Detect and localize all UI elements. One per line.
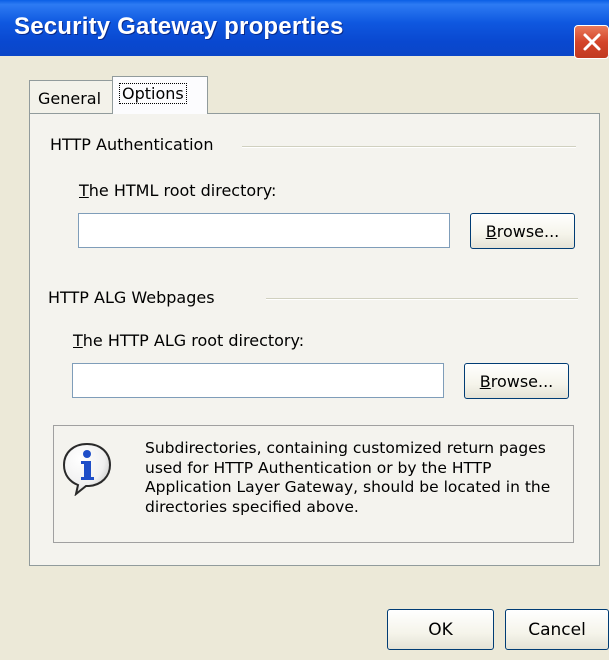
html-root-directory-label: The HTML root directory: (79, 181, 276, 200)
window-title: Security Gateway properties (14, 13, 344, 40)
html-root-directory-label-text: he HTML root directory: (88, 181, 277, 200)
browse-html-root-button[interactable]: Browse... (470, 213, 575, 249)
cancel-button[interactable]: Cancel (505, 609, 609, 650)
tab-options[interactable]: Options (112, 76, 208, 114)
dialog-window: Security Gateway properties General Opti… (0, 0, 609, 660)
browse-alg-mnemonic: B (479, 371, 491, 391)
browse-alg-label: rowse... (490, 371, 554, 391)
info-box: Subdirectories, containing customized re… (53, 425, 574, 543)
close-icon (583, 33, 601, 51)
browse-html-mnemonic: B (485, 221, 497, 241)
info-message: Subdirectories, containing customized re… (145, 439, 551, 516)
ok-button[interactable]: OK (387, 609, 494, 650)
browse-html-label: rowse... (496, 221, 560, 241)
tab-options-label: Options (119, 83, 187, 104)
http-alg-root-directory-label: The HTTP ALG root directory: (73, 331, 304, 350)
html-root-directory-mnemonic: T (79, 181, 89, 200)
browse-http-alg-root-button[interactable]: Browse... (464, 363, 569, 399)
http-authentication-heading: HTTP Authentication (50, 135, 214, 154)
tab-general-label: General (38, 89, 102, 108)
close-button[interactable] (574, 25, 609, 59)
http-alg-root-directory-mnemonic: T (73, 331, 83, 350)
title-bar[interactable]: Security Gateway properties (0, 0, 609, 59)
http-authentication-separator (242, 146, 576, 148)
html-root-directory-input[interactable] (78, 213, 450, 248)
http-alg-webpages-separator (266, 298, 578, 300)
http-alg-root-directory-input[interactable] (72, 363, 444, 398)
tab-general[interactable]: General (29, 80, 115, 114)
http-alg-webpages-heading: HTTP ALG Webpages (48, 288, 215, 307)
info-icon (62, 442, 112, 496)
http-alg-root-directory-label-text: he HTTP ALG root directory: (82, 331, 305, 350)
